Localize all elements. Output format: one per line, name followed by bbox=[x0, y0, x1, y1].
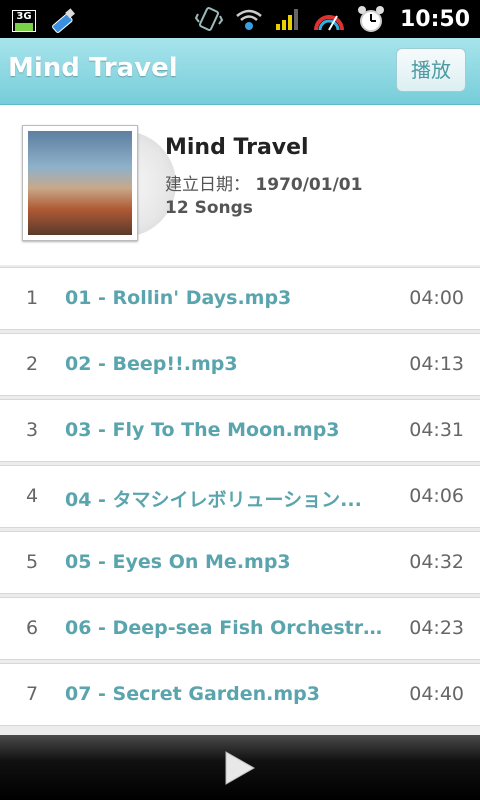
album-cover-image bbox=[28, 131, 132, 235]
song-index: 6 bbox=[26, 617, 39, 639]
album-date-label: 建立日期： bbox=[165, 175, 250, 195]
signal-icon bbox=[275, 9, 298, 30]
album-date: 建立日期： 1970/01/01 bbox=[165, 170, 362, 195]
song-title: 04 - タマシイレボリューション... bbox=[65, 489, 362, 511]
song-index: 4 bbox=[26, 485, 39, 507]
album-cover bbox=[22, 125, 138, 241]
song-duration: 04:06 bbox=[409, 485, 464, 507]
usb-icon bbox=[52, 8, 75, 33]
album-date-value: 1970/01/01 bbox=[255, 175, 363, 195]
status-bar: 3G 10:50 bbox=[0, 0, 480, 38]
song-title: 02 - Beep!!.mp3 bbox=[65, 353, 238, 375]
song-duration: 04:32 bbox=[409, 551, 464, 573]
song-row[interactable]: 4 04 - タマシイレボリューション... 04:06 bbox=[0, 465, 480, 528]
album-song-count: 12 Songs bbox=[165, 198, 253, 218]
album-art bbox=[22, 125, 176, 243]
play-button[interactable]: 播放 bbox=[396, 48, 466, 92]
song-title: 05 - Eyes On Me.mp3 bbox=[65, 551, 291, 573]
song-row[interactable]: 3 03 - Fly To The Moon.mp3 04:31 bbox=[0, 399, 480, 462]
album-title: Mind Travel bbox=[165, 135, 309, 160]
battery-icon bbox=[313, 15, 344, 31]
page-title: Mind Travel bbox=[8, 53, 178, 83]
alarm-icon bbox=[357, 6, 384, 32]
playback-bar bbox=[0, 735, 480, 800]
song-title: 07 - Secret Garden.mp3 bbox=[65, 683, 320, 705]
song-title: 01 - Rollin' Days.mp3 bbox=[65, 287, 292, 309]
song-index: 5 bbox=[26, 551, 39, 573]
song-row[interactable]: 1 01 - Rollin' Days.mp3 04:00 bbox=[0, 267, 480, 330]
song-row[interactable]: 2 02 - Beep!!.mp3 04:13 bbox=[0, 333, 480, 396]
song-title: 06 - Deep-sea Fish Orchestra.... bbox=[65, 617, 385, 639]
song-title: 03 - Fly To The Moon.mp3 bbox=[65, 419, 340, 441]
song-row[interactable]: 7 07 - Secret Garden.mp3 04:40 bbox=[0, 663, 480, 726]
song-duration: 04:23 bbox=[409, 617, 464, 639]
song-duration: 04:31 bbox=[409, 419, 464, 441]
song-duration: 04:13 bbox=[409, 353, 464, 375]
song-index: 1 bbox=[26, 287, 39, 309]
song-index: 2 bbox=[26, 353, 39, 375]
play-icon[interactable] bbox=[222, 750, 258, 786]
album-header: Mind Travel 建立日期： 1970/01/01 12 Songs bbox=[0, 105, 480, 265]
song-duration: 04:00 bbox=[409, 287, 464, 309]
network-3g-icon: 3G bbox=[12, 10, 36, 32]
title-bar: Mind Travel 播放 bbox=[0, 38, 480, 105]
song-row[interactable]: 5 05 - Eyes On Me.mp3 04:32 bbox=[0, 531, 480, 594]
wifi-icon bbox=[236, 9, 262, 30]
song-row[interactable]: 6 06 - Deep-sea Fish Orchestra.... 04:23 bbox=[0, 597, 480, 660]
song-index: 7 bbox=[26, 683, 39, 705]
song-duration: 04:40 bbox=[409, 683, 464, 705]
song-index: 3 bbox=[26, 419, 39, 441]
vibrate-icon bbox=[194, 7, 224, 31]
status-clock: 10:50 bbox=[399, 6, 470, 32]
network-badge-label: 3G bbox=[16, 11, 32, 22]
song-list: 1 01 - Rollin' Days.mp3 04:00 2 02 - Bee… bbox=[0, 267, 480, 729]
